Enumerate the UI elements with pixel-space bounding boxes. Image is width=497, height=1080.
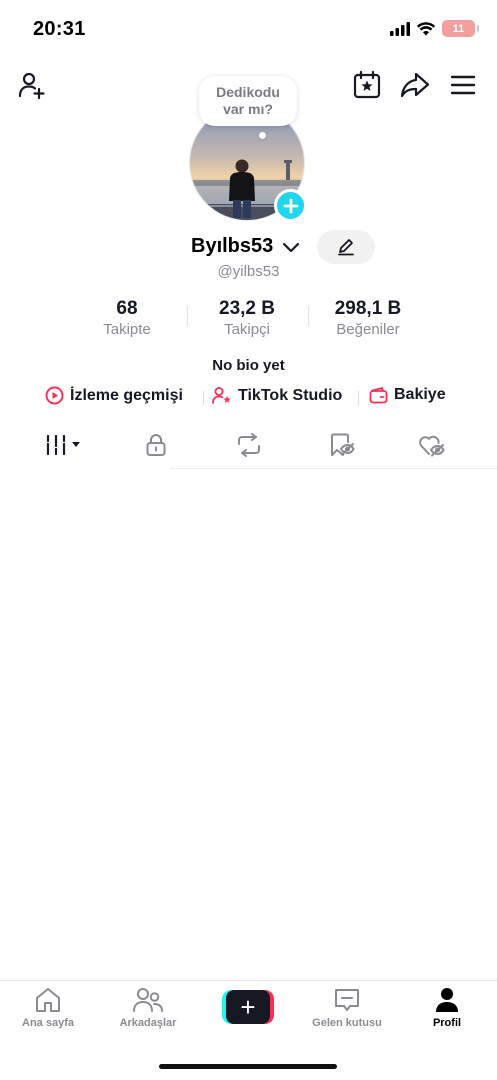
link-divider — [358, 391, 359, 405]
stat-divider — [308, 306, 309, 326]
stat-likes-label: Beğeniler — [336, 321, 400, 338]
stat-following[interactable]: 68 Takipte — [72, 298, 182, 340]
battery-icon: 11 — [442, 20, 479, 37]
note-bubble-text: Dedikodu var mı? — [216, 84, 280, 117]
nav-inbox-label: Gelen kutusu — [312, 1017, 382, 1029]
hamburger-menu-icon — [450, 75, 476, 95]
profile-icon — [436, 988, 458, 1012]
content-tabs — [0, 425, 497, 469]
status-icons: 11 — [390, 20, 479, 37]
nav-inbox[interactable]: Gelen kutusu — [302, 987, 392, 1029]
nav-friends-label: Arkadaşlar — [119, 1017, 177, 1029]
bio[interactable]: No bio yet — [0, 357, 497, 374]
display-name[interactable]: Byılbs53 — [191, 235, 273, 258]
wifi-icon — [417, 21, 435, 35]
stat-followers[interactable]: 23,2 B Takipçi — [192, 298, 302, 340]
plus-icon — [283, 198, 298, 213]
nav-home-label: Ana sayfa — [22, 1017, 74, 1029]
share-profile-button[interactable] — [397, 67, 433, 103]
tiktok-studio-label: TikTok Studio — [238, 386, 343, 404]
watch-history-label: İzleme geçmişi — [70, 386, 183, 404]
home-icon — [36, 988, 60, 1012]
calendar-star-button[interactable] — [350, 67, 384, 103]
tab-reposts[interactable] — [225, 425, 273, 465]
create-button[interactable]: + — [222, 990, 274, 1024]
pencil-icon — [338, 239, 354, 256]
creator-star-icon — [212, 387, 231, 404]
status-bar: 20:31 11 — [0, 0, 497, 60]
play-circle-icon — [45, 386, 64, 405]
links-row: İzleme geçmişi TikTok Studio Bakiye — [0, 386, 497, 410]
stat-followers-value: 23,2 B — [219, 298, 275, 319]
balance-label: Bakiye — [394, 386, 446, 403]
create-plus-icon: + — [226, 990, 270, 1024]
stat-following-label: Takipte — [103, 321, 151, 338]
home-indicator — [159, 1064, 337, 1069]
liked-hidden-icon — [419, 435, 445, 457]
share-arrow-icon — [400, 72, 430, 98]
tab-liked[interactable] — [408, 425, 456, 465]
tab-favorites[interactable] — [318, 425, 366, 465]
chevron-down-icon[interactable] — [282, 241, 300, 255]
signal-icon — [390, 21, 410, 36]
stats-row: 68 Takipte 23,2 B Takipçi 298,1 B Beğeni… — [0, 298, 497, 342]
add-friend-icon — [18, 72, 45, 100]
inbox-icon — [335, 989, 359, 1011]
tab-private[interactable] — [132, 425, 180, 465]
menu-button[interactable] — [445, 67, 481, 103]
tab-videos[interactable] — [38, 425, 90, 465]
friends-icon — [133, 988, 163, 1012]
note-bubble[interactable]: Dedikodu var mı? — [199, 76, 297, 126]
wallet-icon — [369, 386, 388, 403]
note-bubble-tail — [259, 132, 266, 139]
edit-profile-button[interactable] — [317, 230, 375, 264]
repost-icon — [238, 433, 260, 457]
videos-grid-icon — [46, 434, 80, 456]
name-row: Byılbs53 — [0, 230, 497, 264]
username: @yilbs53 — [217, 263, 280, 280]
status-time: 20:31 — [33, 18, 86, 40]
tiktok-studio-link[interactable]: TikTok Studio — [212, 386, 342, 405]
add-story-button[interactable] — [274, 189, 307, 222]
add-friend-button[interactable] — [14, 67, 50, 103]
lock-icon — [146, 434, 166, 456]
stat-followers-label: Takipçi — [224, 321, 270, 338]
nav-friends[interactable]: Arkadaşlar — [103, 987, 193, 1029]
nav-profile[interactable]: Profil — [402, 987, 492, 1029]
nav-home[interactable]: Ana sayfa — [3, 987, 93, 1029]
stat-likes[interactable]: 298,1 B Beğeniler — [313, 298, 423, 340]
tabs-divider — [170, 468, 497, 469]
stat-divider — [187, 306, 188, 326]
balance-link[interactable]: Bakiye — [369, 386, 446, 404]
watch-history-link[interactable]: İzleme geçmişi — [45, 386, 183, 405]
bookmark-hidden-icon — [331, 433, 355, 456]
battery-level: 11 — [452, 22, 465, 35]
nav-profile-label: Profil — [432, 1017, 462, 1029]
link-divider — [203, 391, 204, 405]
calendar-star-icon — [353, 70, 381, 99]
stat-likes-value: 298,1 B — [334, 298, 402, 319]
stat-following-value: 68 — [116, 298, 138, 319]
